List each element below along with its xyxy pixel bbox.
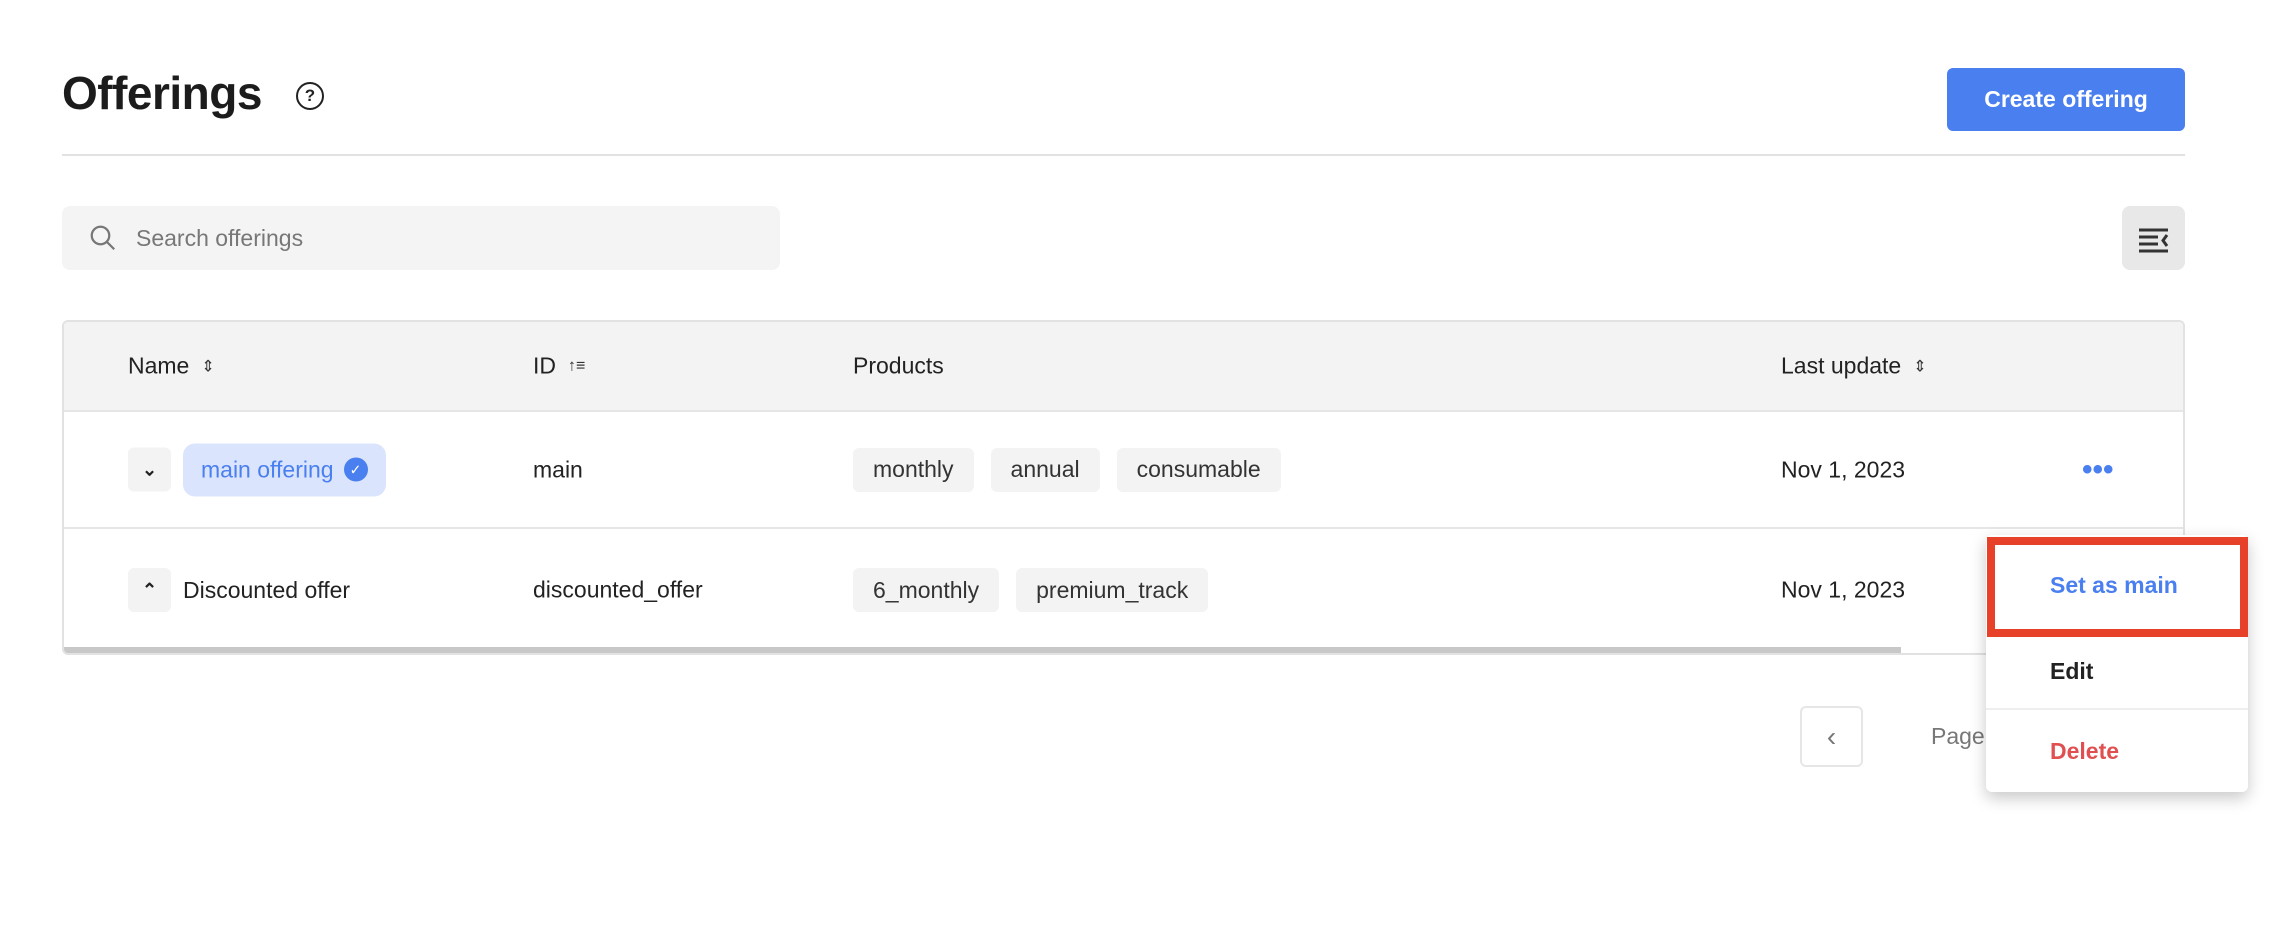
- id-cell: discounted_offer: [533, 576, 703, 603]
- question-circle-icon[interactable]: ?: [296, 82, 324, 110]
- last-update-cell: Nov 1, 2023: [1781, 456, 1906, 482]
- column-settings-button[interactable]: [2122, 206, 2185, 270]
- search-input[interactable]: [136, 224, 736, 252]
- products-cell: monthly annual consumable: [853, 447, 1281, 492]
- create-offering-button[interactable]: Create offering: [1947, 68, 2185, 131]
- sort-icon[interactable]: ⇕: [201, 356, 214, 376]
- products-cell: 6_monthly premium_track: [853, 568, 1209, 612]
- last-update-cell: Nov 1, 2023: [1781, 576, 1906, 603]
- column-label: Last update: [1781, 352, 1902, 379]
- product-chip: 6_monthly: [853, 568, 1000, 612]
- table-row[interactable]: ⌄ main offering ✓ main monthly annual con…: [64, 412, 2183, 529]
- sort-icon[interactable]: ⇕: [1913, 356, 1926, 376]
- sort-ascending-icon[interactable]: ↑≡: [568, 357, 585, 375]
- search-icon: [90, 225, 116, 251]
- offering-name: main offering: [201, 456, 334, 482]
- chevron-left-icon: ‹: [1826, 720, 1837, 752]
- product-chip: annual: [990, 447, 1100, 492]
- table-header: Name ⇕ ID ↑≡ Products Last update ⇕: [64, 322, 2183, 412]
- chevron-up-icon[interactable]: ⌃: [128, 568, 171, 612]
- page-indicator: Page: [1931, 723, 1985, 749]
- search-field[interactable]: [62, 206, 780, 270]
- product-chip: monthly: [853, 447, 974, 492]
- menu-item-delete[interactable]: Delete: [1986, 710, 2248, 792]
- offerings-table: Name ⇕ ID ↑≡ Products Last update ⇕ ⌄ main …: [62, 320, 2185, 655]
- offering-name: Discounted offer: [183, 576, 351, 603]
- main-offering-badge[interactable]: main offering ✓: [183, 443, 386, 496]
- previous-page-button[interactable]: ‹: [1800, 706, 1863, 767]
- product-chip: consumable: [1116, 447, 1281, 492]
- column-header-name[interactable]: Name ⇕: [128, 353, 215, 380]
- check-circle-icon: ✓: [343, 457, 368, 482]
- id-cell: main: [533, 456, 583, 482]
- name-cell: ⌃ Discounted offer: [128, 568, 350, 612]
- horizontal-scrollbar[interactable]: [64, 647, 1901, 653]
- page-title: Offerings: [62, 67, 262, 119]
- menu-item-edit[interactable]: Edit: [1986, 635, 2248, 710]
- highlight-box: [1987, 537, 2248, 637]
- column-label: Products: [853, 352, 944, 379]
- chevron-down-icon[interactable]: ⌄: [128, 447, 171, 492]
- table-row[interactable]: ⌃ Discounted offer discounted_offer 6_mo…: [64, 529, 2183, 651]
- column-label: Name: [128, 352, 190, 379]
- name-cell: ⌄ main offering ✓: [128, 443, 386, 496]
- column-header-id[interactable]: ID ↑≡: [533, 353, 585, 380]
- divider: [62, 154, 2185, 156]
- column-label: ID: [533, 352, 556, 379]
- column-header-last-update[interactable]: Last update ⇕: [1781, 353, 1927, 380]
- column-header-products: Products: [853, 353, 944, 380]
- columns-collapse-icon: [2139, 228, 2169, 253]
- more-options-icon[interactable]: •••: [2082, 453, 2114, 487]
- product-chip: premium_track: [1016, 568, 1209, 612]
